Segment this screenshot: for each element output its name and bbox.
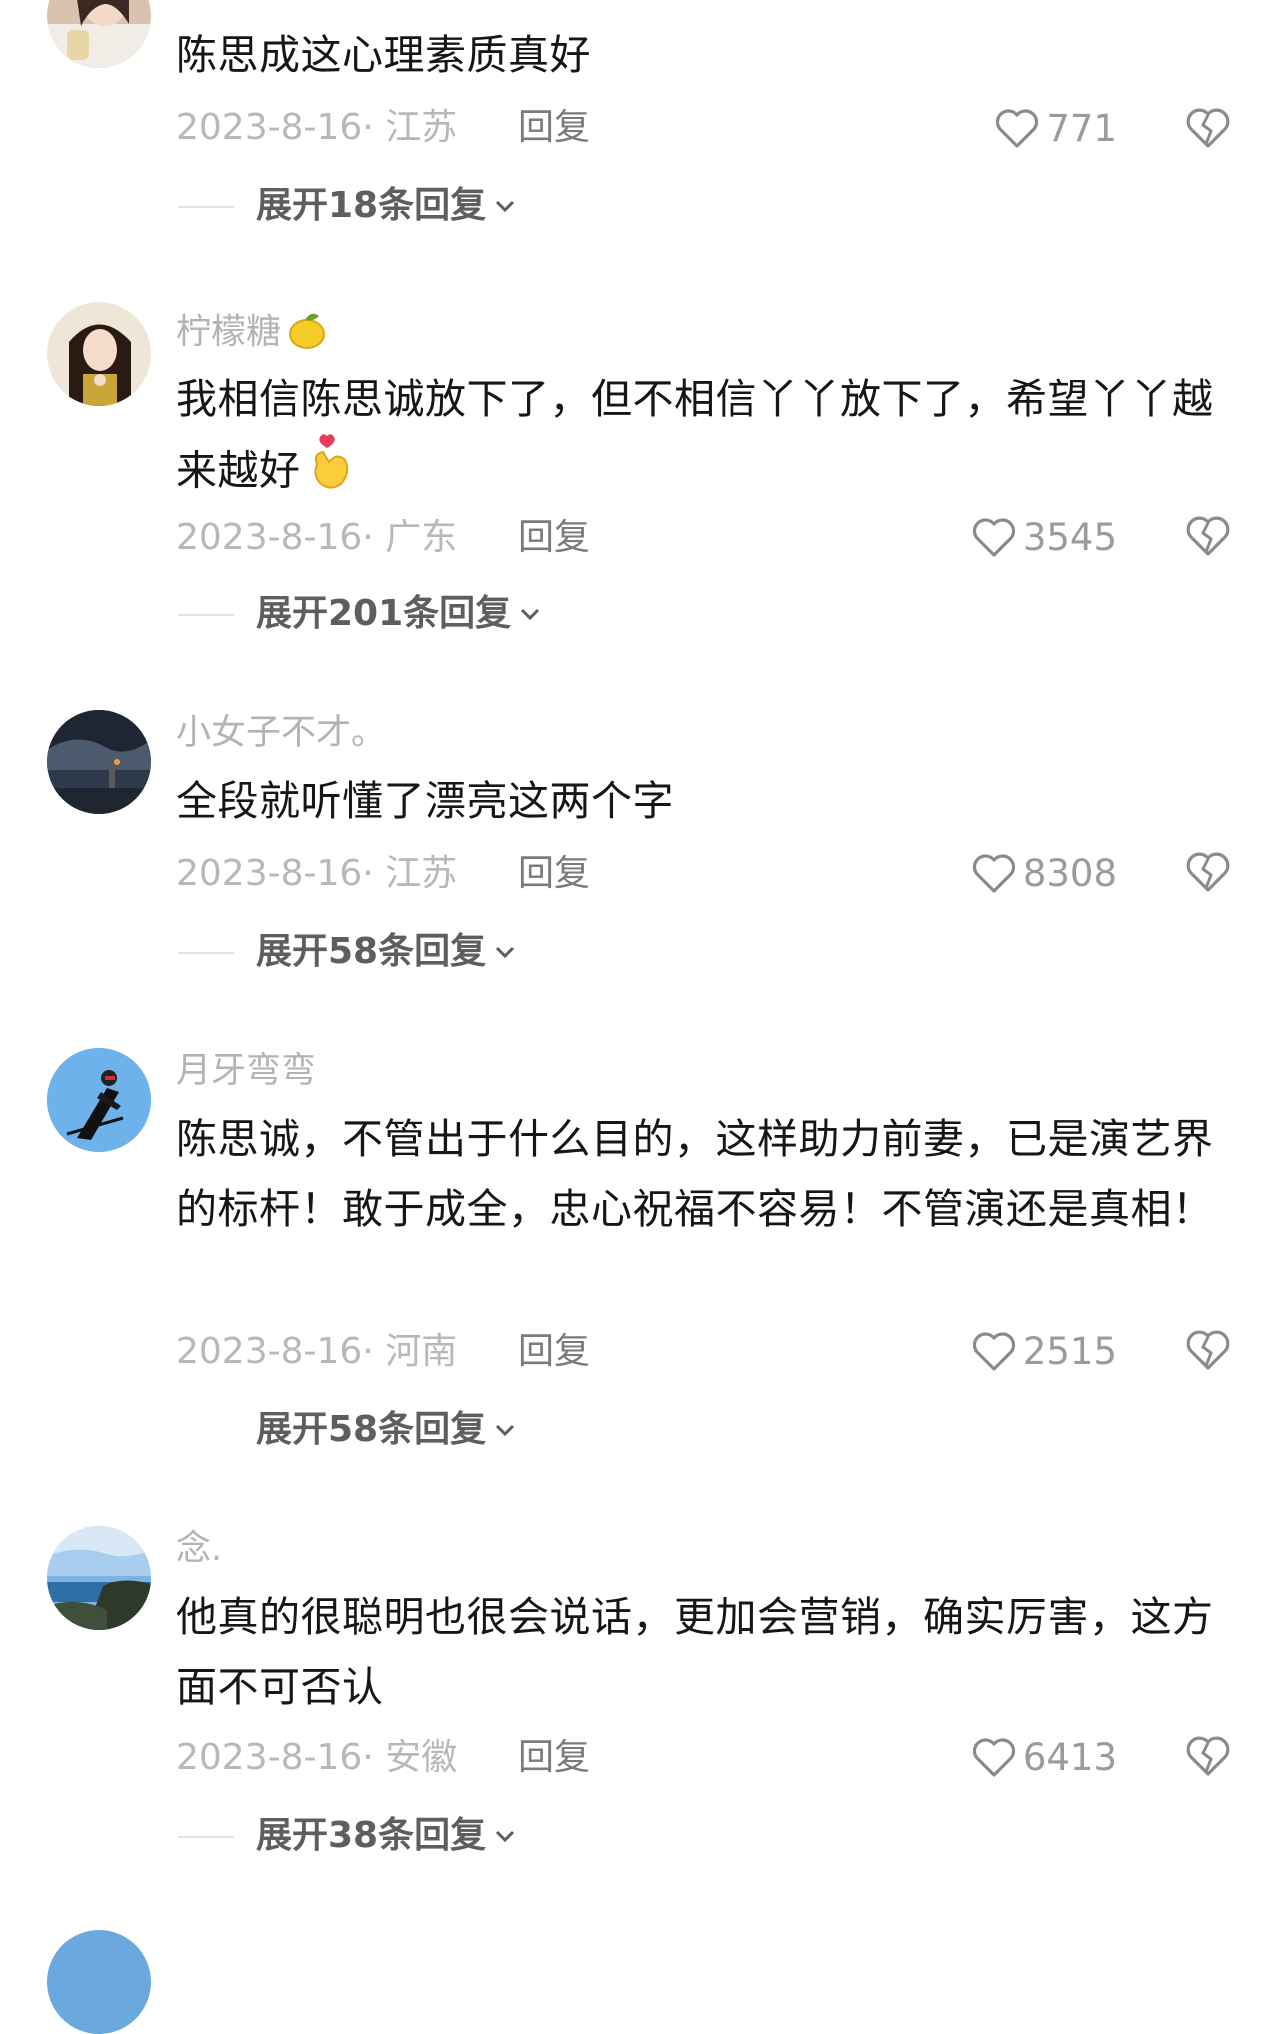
username[interactable]: 小女子不才。: [176, 716, 386, 751]
broken-heart-outline-icon[interactable]: [1184, 512, 1232, 558]
chevron-down-icon: [496, 1830, 515, 1843]
like-button[interactable]: 771: [994, 104, 1117, 152]
broken-heart-outline-icon[interactable]: [1184, 1326, 1232, 1372]
like-button[interactable]: 2515: [971, 1327, 1117, 1375]
reply-button[interactable]: 回复: [518, 520, 590, 556]
like-button[interactable]: 6413: [971, 1733, 1117, 1781]
like-count: 771: [1046, 106, 1117, 150]
reply-button[interactable]: 回复: [518, 1740, 590, 1776]
avatar[interactable]: [47, 0, 151, 68]
reply-button[interactable]: 回复: [518, 110, 590, 146]
comment-date-location: 2023-8-16· 江苏: [176, 853, 458, 894]
comment-date-location: 2023-8-16· 安徽: [176, 1737, 458, 1778]
expand-divider: [178, 952, 234, 954]
like-count: 8308: [1022, 851, 1117, 895]
expand-replies-label: 展开18条回复: [256, 185, 487, 226]
chevron-down-icon: [496, 200, 515, 213]
expand-replies-label: 展开201条回复: [256, 593, 512, 634]
comment-date-location: 2023-8-16· 江苏: [176, 107, 458, 148]
username[interactable]: 柠檬糖: [176, 308, 329, 359]
comment-date-location: 2023-8-16· 河南: [176, 1331, 458, 1372]
avatar[interactable]: [47, 1048, 151, 1152]
username[interactable]: 月牙弯弯: [176, 1054, 316, 1089]
heart-outline-icon: [972, 518, 1015, 557]
expand-replies-button[interactable]: 展开18条回复: [256, 188, 518, 224]
comment-text: 陈思诚，不管出于什么目的，这样助力前妻，已是演艺界的标杆！敢于成全，忠心祝福不容…: [176, 1115, 1214, 1233]
avatar[interactable]: [47, 710, 151, 814]
avatar[interactable]: [47, 1930, 151, 2034]
username[interactable]: 念.: [176, 1532, 222, 1567]
comment-text: 陈思成这心理素质真好: [176, 31, 591, 79]
like-count: 6413: [1022, 1735, 1117, 1779]
expand-divider: [178, 614, 234, 616]
like-count: 2515: [1022, 1329, 1117, 1373]
heart-outline-icon: [972, 1738, 1015, 1777]
expand-replies-button[interactable]: 展开38条回复: [256, 1818, 518, 1854]
broken-heart-outline-icon[interactable]: [1184, 848, 1232, 894]
chevron-down-icon: [496, 1424, 515, 1437]
expand-replies-button[interactable]: 展开58条回复: [256, 934, 518, 970]
expand-divider: [178, 206, 234, 208]
avatar[interactable]: [47, 1526, 151, 1630]
chevron-down-icon: [496, 946, 515, 959]
comment-date-location: 2023-8-16· 广东: [176, 517, 458, 558]
comment-text: 他真的很聪明也很会说话，更加会营销，确实厉害，这方面不可否认: [176, 1593, 1214, 1711]
reply-button[interactable]: 回复: [518, 856, 590, 892]
comment-text: 我相信陈思诚放下了，但不相信丫丫放下了，希望丫丫越来越好: [176, 364, 1216, 513]
heart-outline-icon: [972, 1332, 1015, 1371]
like-count: 3545: [1022, 515, 1117, 559]
expand-replies-label: 展开58条回复: [256, 931, 487, 972]
heart-outline-icon: [996, 109, 1039, 148]
expand-replies-button[interactable]: 展开201条回复: [256, 596, 543, 632]
like-button[interactable]: 3545: [971, 513, 1117, 561]
avatar[interactable]: [47, 302, 151, 406]
broken-heart-outline-icon[interactable]: [1184, 1732, 1232, 1778]
broken-heart-outline-icon[interactable]: [1184, 104, 1232, 150]
username-text: 柠檬糖: [176, 312, 282, 353]
expand-replies-label: 展开38条回复: [256, 1815, 487, 1856]
heart-outline-icon: [972, 854, 1015, 893]
expand-divider: [178, 1836, 234, 1838]
expand-replies-label: 展开58条回复: [256, 1409, 487, 1450]
reply-button[interactable]: 回复: [518, 1334, 590, 1370]
lemon-emoji: [285, 308, 329, 359]
expand-replies-button[interactable]: 展开58条回复: [256, 1412, 518, 1448]
finger-heart-emoji: [307, 434, 353, 513]
comment-text: 全段就听懂了漂亮这两个字: [176, 777, 674, 825]
chevron-down-icon: [521, 608, 540, 621]
like-button[interactable]: 8308: [971, 849, 1117, 897]
